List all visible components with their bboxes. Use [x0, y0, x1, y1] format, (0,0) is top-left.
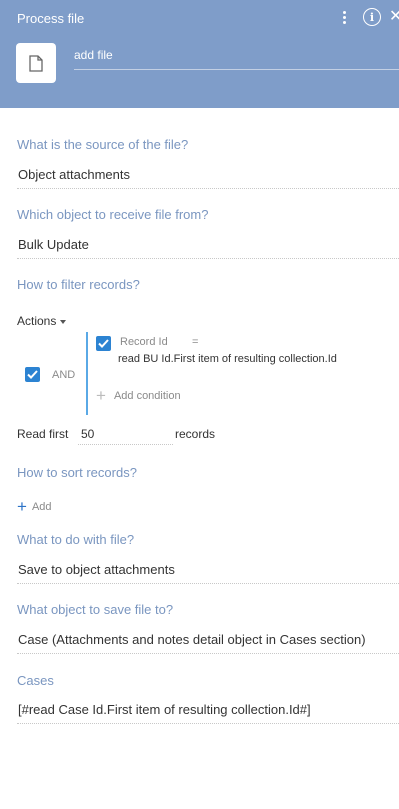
- group-checkbox[interactable]: [25, 367, 40, 382]
- panel-title: Process file: [17, 11, 85, 26]
- read-first-label: Read first: [17, 427, 69, 441]
- filter-actions-menu[interactable]: Actions: [17, 314, 67, 328]
- group-operator[interactable]: AND: [52, 369, 75, 381]
- source-label: What is the source of the file?: [17, 137, 189, 152]
- source-field[interactable]: Object attachments: [17, 167, 399, 189]
- plus-icon: +: [17, 497, 27, 516]
- add-condition-label: Add condition: [113, 389, 181, 402]
- cases-field[interactable]: [#read Case Id.First item of resulting c…: [17, 702, 399, 724]
- checkmark-icon: [27, 370, 38, 379]
- filter-label: How to filter records?: [17, 277, 140, 292]
- add-condition-button[interactable]: + Add condition: [96, 386, 181, 405]
- add-sort-label: Add: [31, 500, 52, 513]
- save-to-field[interactable]: Case (Attachments and notes detail objec…: [17, 632, 399, 654]
- condition-column[interactable]: Record Id: [120, 336, 168, 348]
- checkmark-icon: [98, 339, 109, 348]
- sort-label: How to sort records?: [17, 465, 137, 480]
- cases-label: Cases: [17, 673, 54, 688]
- panel-header: Process file i ✕ add file: [0, 0, 399, 108]
- save-to-label: What object to save file to?: [17, 602, 174, 617]
- condition-value[interactable]: read BU Id.First item of resulting colle…: [118, 353, 337, 365]
- info-icon[interactable]: i: [363, 8, 381, 26]
- receive-from-field[interactable]: Bulk Update: [17, 237, 399, 259]
- file-icon: [16, 43, 56, 83]
- add-sort-button[interactable]: + Add: [17, 497, 52, 516]
- condition-operator[interactable]: =: [192, 336, 198, 348]
- receive-from-label: Which object to receive file from?: [17, 207, 209, 222]
- element-name-input[interactable]: add file: [74, 47, 399, 70]
- filter-group-bar: [86, 332, 88, 415]
- read-first-input[interactable]: 50: [78, 424, 173, 445]
- close-icon[interactable]: ✕: [389, 7, 399, 27]
- chevron-down-icon: [60, 319, 67, 324]
- kebab-menu-icon[interactable]: [337, 7, 351, 27]
- action-field[interactable]: Save to object attachments: [17, 562, 399, 584]
- plus-icon: +: [96, 386, 106, 405]
- read-first-suffix: records: [175, 427, 216, 441]
- condition-checkbox[interactable]: [96, 336, 111, 351]
- actions-label: Actions: [17, 314, 57, 328]
- header-actions: i ✕: [337, 6, 399, 28]
- action-label: What to do with file?: [17, 532, 135, 547]
